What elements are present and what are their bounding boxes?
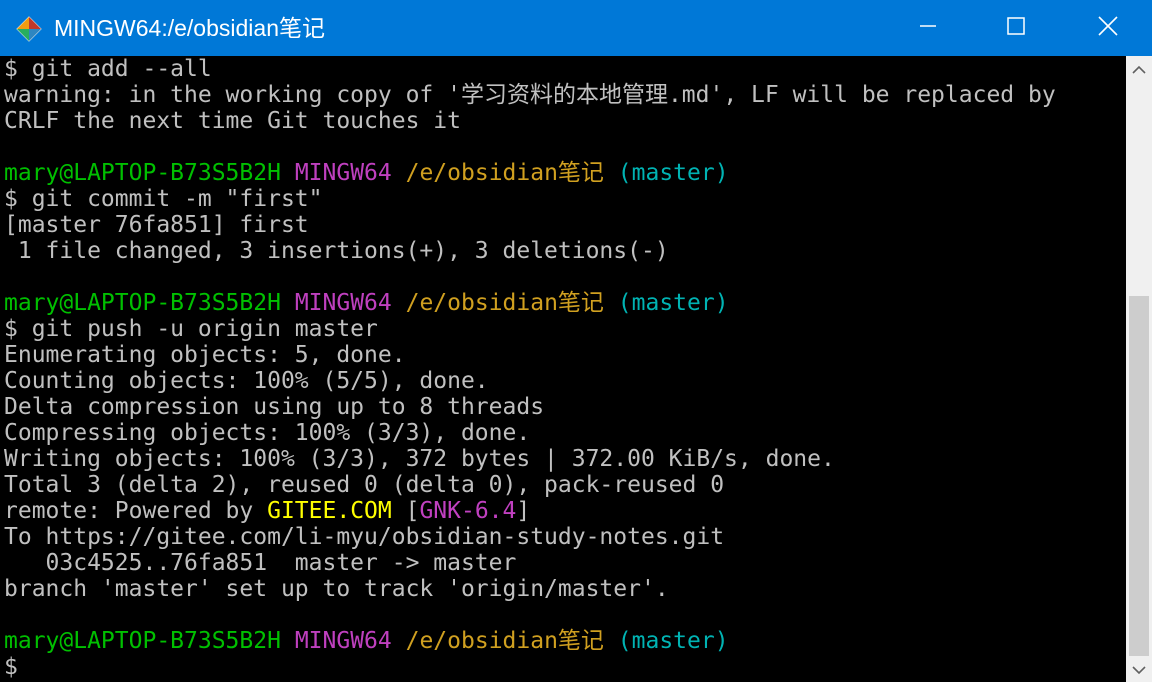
scroll-down-arrow-icon [1132,660,1146,679]
terminal-text-text [604,290,618,316]
terminal-text-sys: MINGW64 [294,160,392,186]
terminal-text-path: /e/obsidian笔记 [405,160,604,186]
scroll-down-button[interactable] [1126,656,1152,682]
terminal-text-text: ] [516,498,531,524]
terminal-text-text [392,290,406,316]
terminal-line: $ git commit -m "first" [4,186,323,212]
terminal-line: $ git add --all [4,56,212,82]
terminal-line: 1 file changed, 3 insertions(+), 3 delet… [4,238,669,264]
terminal-output[interactable]: $ git add --all warning: in the working c… [0,56,1126,682]
minimize-button[interactable] [884,0,972,56]
terminal-text-text: [master 76fa851] first [4,212,309,238]
terminal-text-gitee: GITEE.COM [267,498,392,524]
terminal-text-text: $ git add --all [4,56,212,82]
terminal-line: mary@LAPTOP-B73S5B2H MINGW64 /e/obsidian… [4,160,729,186]
terminal-text-text: remote: Powered by [4,498,268,524]
terminal-line: CRLF the next time Git touches it [4,108,461,134]
terminal-text-text [392,628,406,654]
terminal-line: remote: Powered by GITEE.COM [GNK-6.4] [4,498,530,524]
scroll-up-button[interactable] [1126,56,1152,82]
terminal-text-text: Delta compression using up to 8 threads [4,394,545,420]
terminal-text-text: $ git push -u origin master [4,316,378,342]
close-button[interactable] [1064,0,1152,56]
terminal-text-text [281,160,295,186]
terminal-line: Compressing objects: 100% (3/3), done. [4,420,530,446]
terminal-line: $ git push -u origin master [4,316,378,342]
terminal-line: [master 76fa851] first [4,212,309,238]
terminal-text-text [604,628,618,654]
terminal-text-text: Writing objects: 100% (3/3), 372 bytes |… [4,446,835,472]
terminal-text-text: Total 3 (delta 2), reused 0 (delta 0), p… [4,472,725,498]
terminal-text-text [604,160,618,186]
terminal-line: Enumerating objects: 5, done. [4,342,406,368]
terminal-text-text: $ git commit -m "first" [4,186,323,212]
terminal-text-user: mary@LAPTOP-B73S5B2H [4,628,281,654]
terminal-line: mary@LAPTOP-B73S5B2H MINGW64 /e/obsidian… [4,628,729,654]
terminal-text-user: mary@LAPTOP-B73S5B2H [4,160,281,186]
terminal-text-text: Enumerating objects: 5, done. [4,342,406,368]
terminal-text-text: CRLF the next time Git touches it [4,108,461,134]
terminal-line: Writing objects: 100% (3/3), 372 bytes |… [4,446,835,472]
terminal-line: Total 3 (delta 2), reused 0 (delta 0), p… [4,472,724,498]
terminal-text-text: To https://gitee.com/li-myu/obsidian-stu… [4,524,725,550]
window-title: MINGW64:/e/obsidian笔记 [54,15,325,41]
terminal-text-path: /e/obsidian笔记 [405,290,604,316]
git-bash-icon[interactable] [14,14,44,44]
terminal-text-text [281,628,295,654]
terminal-text-branch: (master) [617,628,729,654]
terminal-text-user: mary@LAPTOP-B73S5B2H [4,290,281,316]
terminal-line: Counting objects: 100% (5/5), done. [4,368,489,394]
terminal-text-sys: MINGW64 [294,628,392,654]
terminal-line: Delta compression using up to 8 threads [4,394,544,420]
close-icon [1097,15,1119,41]
terminal-text-text: Counting objects: 100% (5/5), done. [4,368,489,394]
terminal-text-text: branch 'master' set up to track 'origin/… [4,576,669,602]
title-bar[interactable]: MINGW64:/e/obsidian笔记 [0,0,1152,56]
terminal-text-text: [ [391,498,420,524]
terminal-text-sys: MINGW64 [294,290,392,316]
vertical-scrollbar[interactable] [1126,56,1152,682]
maximize-button[interactable] [972,0,1060,56]
terminal-text-path: /e/obsidian笔记 [405,628,604,654]
terminal-text-text: 03c4525..76fa851 master -> master [4,550,517,576]
minimize-icon [918,16,938,40]
terminal-text-branch: (master) [617,290,729,316]
terminal-line: branch 'master' set up to track 'origin/… [4,576,669,602]
scroll-up-arrow-icon [1132,60,1146,79]
terminal-text-text: 1 file changed, 3 insertions(+), 3 delet… [4,238,669,264]
terminal-text-text: $ [4,654,18,680]
terminal-text-text [392,160,406,186]
terminal-window: MINGW64:/e/obsidian笔记 $ git add --all war… [0,0,1152,682]
terminal-line: To https://gitee.com/li-myu/obsidian-stu… [4,524,724,550]
terminal-text-text: Compressing objects: 100% (3/3), done. [4,420,531,446]
terminal-line: $ [4,654,18,680]
terminal-line: warning: in the working copy of '学习资料的本地… [4,82,1056,108]
scrollbar-thumb[interactable] [1129,296,1149,656]
terminal-text-text [281,290,295,316]
terminal-line: mary@LAPTOP-B73S5B2H MINGW64 /e/obsidian… [4,290,729,316]
terminal-line: 03c4525..76fa851 master -> master [4,550,517,576]
terminal-text-branch: (master) [617,160,729,186]
terminal-text-gnk: GNK-6.4 [419,498,517,524]
maximize-icon [1006,16,1026,40]
terminal-text-text: warning: in the working copy of '学习资料的本地… [4,82,1056,108]
